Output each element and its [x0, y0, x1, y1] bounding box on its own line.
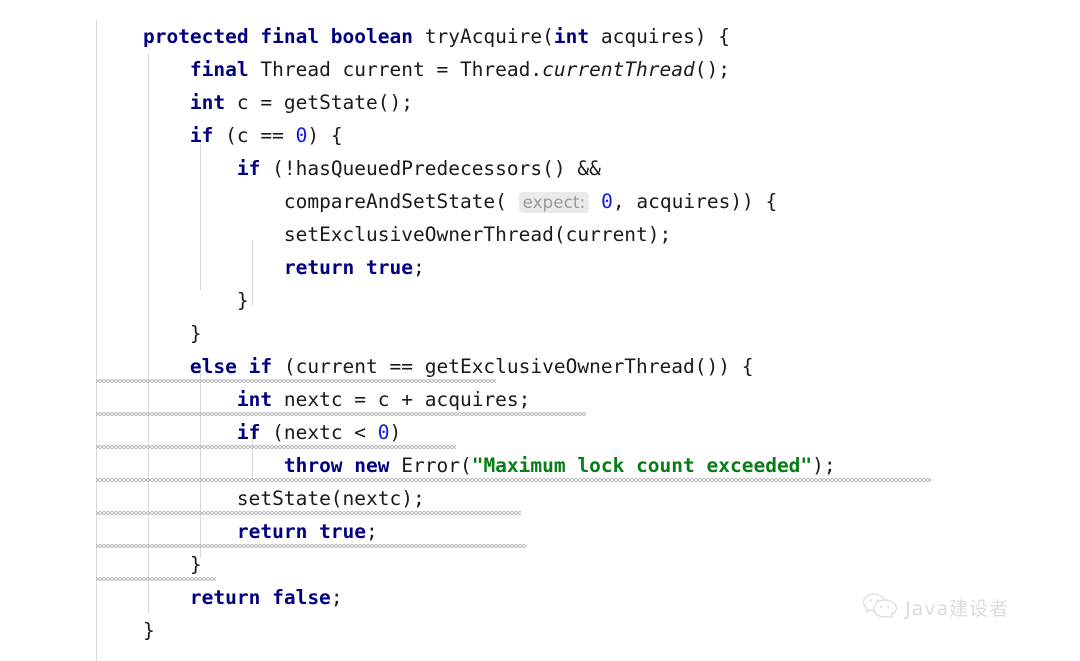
- code-line[interactable]: protected final boolean tryAcquire(int a…: [96, 20, 730, 53]
- code-token-plain: nextc = c + acquires;: [272, 388, 531, 411]
- code-line[interactable]: if (nextc < 0): [96, 416, 401, 449]
- code-token-kw: return true: [236, 520, 367, 543]
- watermark-label: Java建设者: [905, 597, 1010, 620]
- code-token-ind: [96, 487, 237, 510]
- code-line[interactable]: setExclusiveOwnerThread(current);: [96, 218, 671, 251]
- code-line[interactable]: final Thread current = Thread.currentThr…: [96, 53, 730, 86]
- code-token-kw: int: [189, 91, 226, 114]
- code-token-plain: ): [389, 421, 402, 444]
- code-token-plain: }: [142, 619, 155, 642]
- code-token-ind: [96, 454, 284, 477]
- code-line[interactable]: compareAndSetState( expect: 0, acquires)…: [96, 185, 777, 218]
- code-token-ind: [96, 355, 190, 378]
- code-token-num: 0: [377, 421, 390, 444]
- code-token-ind: [96, 553, 190, 576]
- code-token-ind: [96, 223, 284, 246]
- code-line[interactable]: else if (current == getExclusiveOwnerThr…: [96, 350, 754, 383]
- code-token-plain: compareAndSetState(: [283, 190, 519, 213]
- wechat-logo-icon: [862, 592, 898, 622]
- code-token-ind: [96, 586, 190, 609]
- code-token-plain: (c ==: [213, 124, 296, 147]
- parameter-hint: expect:: [518, 192, 590, 213]
- code-token-plain: ;: [366, 520, 378, 543]
- code-token-ind: [96, 520, 237, 543]
- code-token-ind: [96, 25, 143, 48]
- code-token-plain: }: [189, 322, 202, 345]
- code-token-plain: );: [812, 454, 836, 477]
- code-token-ind: [96, 421, 237, 444]
- watermark: Java建设者: [862, 592, 1009, 622]
- code-token-kw: if: [236, 421, 261, 444]
- code-token-plain: }: [236, 289, 249, 312]
- code-token-plain: ;: [412, 256, 425, 279]
- code-token-num: 0: [295, 124, 308, 147]
- code-token-ind: [96, 256, 284, 279]
- code-token-plain: (nextc <: [260, 421, 378, 444]
- code-token-kw: final: [189, 58, 249, 81]
- code-token-plain: (current == getExclusiveOwnerThread()) {: [272, 355, 754, 378]
- code-line[interactable]: if (c == 0) {: [96, 119, 343, 152]
- code-token-kw: int: [553, 25, 590, 48]
- code-line[interactable]: int nextc = c + acquires;: [96, 383, 531, 416]
- code-screenshot: protected final boolean tryAcquire(int a…: [0, 0, 1080, 661]
- code-token-ind: [96, 322, 190, 345]
- code-token-kw: if: [236, 157, 261, 180]
- code-token-plain: ) {: [307, 124, 343, 147]
- code-line[interactable]: return false;: [96, 581, 343, 614]
- code-line[interactable]: throw new Error("Maximum lock count exce…: [96, 449, 836, 482]
- code-line[interactable]: }: [96, 317, 202, 350]
- code-token-ind: [96, 58, 190, 81]
- code-line[interactable]: int c = getState();: [96, 86, 413, 119]
- code-token-kw: throw new: [283, 454, 390, 477]
- code-token-kw: return true: [283, 256, 413, 279]
- code-token-plain: tryAcquire(: [424, 25, 554, 48]
- code-token-plain: ();: [694, 58, 730, 81]
- code-line[interactable]: if (!hasQueuedPredecessors() &&: [96, 152, 601, 185]
- code-token-plain: setExclusiveOwnerThread(current);: [283, 223, 672, 246]
- code-token-plain: Error(: [389, 454, 472, 477]
- code-line[interactable]: return true;: [96, 515, 378, 548]
- code-token-ind: [96, 289, 237, 312]
- code-token-plain: Thread current = Thread.: [248, 58, 543, 81]
- code-token-kw: else if: [189, 355, 273, 378]
- code-line[interactable]: setState(nextc);: [96, 482, 425, 515]
- code-line[interactable]: return true;: [96, 251, 425, 284]
- code-token-plain: c = getState();: [225, 91, 413, 114]
- code-token-ind: [96, 619, 143, 642]
- code-token-plain: , acquires)) {: [612, 190, 778, 213]
- code-token-kw: if: [189, 124, 214, 147]
- code-token-kw: protected final boolean: [142, 25, 425, 48]
- code-token-plain: setState(nextc);: [236, 487, 425, 510]
- code-token-str: "Maximum lock count exceeded": [471, 454, 813, 477]
- code-line[interactable]: }: [96, 614, 155, 647]
- code-token-ind: [96, 157, 237, 180]
- code-line[interactable]: }: [96, 284, 249, 317]
- code-token-plain: ;: [330, 586, 343, 609]
- code-editor[interactable]: protected final boolean tryAcquire(int a…: [0, 0, 1080, 661]
- code-token-plain: }: [189, 553, 202, 576]
- code-token-ind: [96, 388, 237, 411]
- code-token-ind: [96, 190, 284, 213]
- code-token-ital: currentThread: [542, 58, 695, 81]
- code-token-kw: return false: [189, 586, 331, 609]
- code-token-plain: acquires) {: [589, 25, 730, 48]
- code-token-ind: [96, 124, 190, 147]
- code-token-plain: (!hasQueuedPredecessors() &&: [260, 157, 601, 180]
- code-token-ind: [96, 91, 190, 114]
- code-token-num: 0: [601, 190, 613, 213]
- code-line[interactable]: }: [96, 548, 202, 581]
- code-token-kw: int: [236, 388, 273, 411]
